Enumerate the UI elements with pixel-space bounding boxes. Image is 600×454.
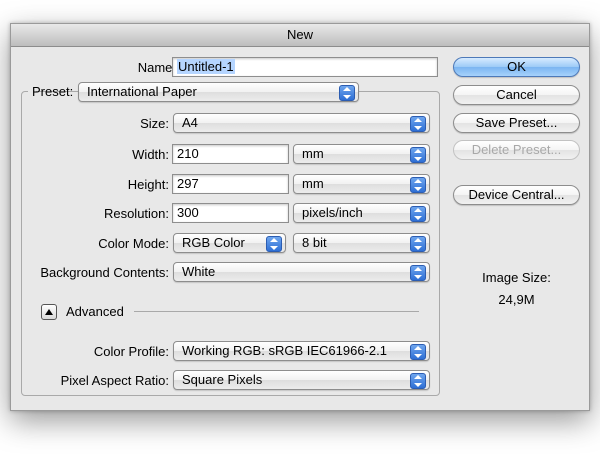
background-contents-label: Background Contents: [40, 265, 169, 280]
popup-arrows-icon [410, 116, 426, 132]
popup-arrows-icon [410, 147, 426, 163]
color-mode-select[interactable]: RGB Color [173, 233, 286, 253]
ok-button[interactable]: OK [453, 57, 580, 77]
popup-arrows-icon [410, 236, 426, 252]
new-document-dialog: New Name: Untitled-1 Preset: Internation… [10, 23, 590, 411]
popup-arrows-icon [410, 177, 426, 193]
pixel-aspect-ratio-select[interactable]: Square Pixels [173, 370, 430, 390]
resolution-unit-select[interactable]: pixels/inch [293, 203, 430, 223]
width-unit-select[interactable]: mm [293, 144, 430, 164]
advanced-label: Advanced [66, 304, 124, 319]
resolution-value: 300 [177, 205, 199, 220]
resolution-field[interactable]: 300 [172, 203, 289, 223]
background-contents-value: White [182, 264, 216, 279]
name-label: Name: [137, 60, 176, 75]
advanced-disclosure-button[interactable] [41, 304, 57, 320]
bit-depth-value: 8 bit [302, 235, 327, 250]
height-field[interactable]: 297 [172, 174, 289, 194]
dialog-title: New [11, 24, 589, 47]
popup-arrows-icon [410, 373, 426, 389]
resolution-label: Resolution: [103, 206, 169, 221]
image-size-value: 24,9M [498, 292, 535, 307]
resolution-unit-value: pixels/inch [302, 205, 363, 220]
pixel-aspect-ratio-value: Square Pixels [182, 372, 263, 387]
popup-arrows-icon [410, 344, 426, 360]
color-profile-value: Working RGB: sRGB IEC61966-2.1 [182, 343, 387, 358]
width-value: 210 [177, 146, 199, 161]
save-preset-button[interactable]: Save Preset... [453, 113, 580, 133]
pixel-aspect-ratio-label: Pixel Aspect Ratio: [60, 373, 169, 388]
popup-arrows-icon [410, 265, 426, 281]
name-field[interactable]: Untitled-1 [172, 57, 438, 77]
triangle-up-icon [45, 309, 53, 315]
color-mode-value: RGB Color [182, 235, 245, 250]
size-select[interactable]: A4 [173, 113, 430, 133]
color-mode-label: Color Mode: [98, 236, 169, 251]
image-size-label: Image Size: [482, 270, 551, 285]
device-central-button[interactable]: Device Central... [453, 185, 580, 205]
popup-arrows-icon [339, 85, 355, 101]
advanced-divider [134, 311, 419, 312]
preset-select[interactable]: International Paper [78, 82, 359, 102]
preset-row: Preset: [28, 81, 73, 103]
popup-arrows-icon [410, 206, 426, 222]
popup-arrows-icon [266, 236, 282, 252]
delete-preset-button: Delete Preset... [453, 140, 580, 160]
width-field[interactable]: 210 [172, 144, 289, 164]
size-value: A4 [182, 115, 198, 130]
color-profile-label: Color Profile: [93, 344, 169, 359]
name-value: Untitled-1 [177, 59, 235, 74]
bit-depth-select[interactable]: 8 bit [293, 233, 430, 253]
height-unit-value: mm [302, 176, 324, 191]
width-unit-value: mm [302, 146, 324, 161]
background-contents-select[interactable]: White [173, 262, 430, 282]
preset-label: Preset: [32, 84, 74, 99]
height-label: Height: [127, 177, 169, 192]
height-unit-select[interactable]: mm [293, 174, 430, 194]
color-profile-select[interactable]: Working RGB: sRGB IEC61966-2.1 [173, 341, 430, 361]
cancel-button[interactable]: Cancel [453, 85, 580, 105]
preset-value: International Paper [87, 84, 197, 99]
size-label: Size: [140, 116, 169, 131]
height-value: 297 [177, 176, 199, 191]
width-label: Width: [132, 147, 169, 162]
